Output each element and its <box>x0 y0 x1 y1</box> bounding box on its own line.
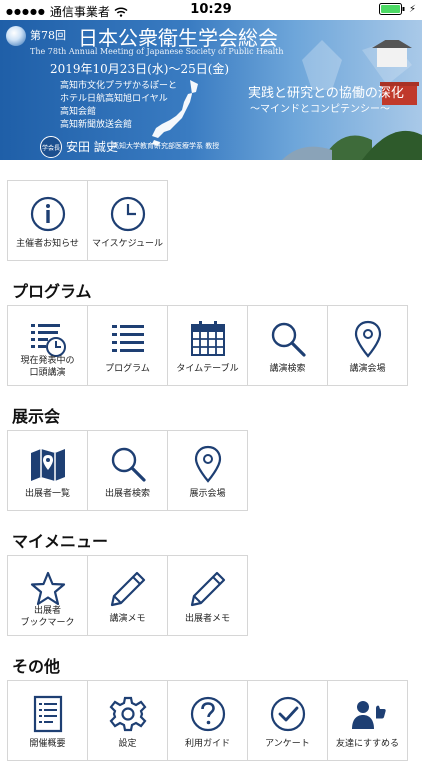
exhibitor-list-tile[interactable]: 出展者一覧 <box>7 430 88 511</box>
tile-label-line: ブックマーク <box>20 618 75 628</box>
recommend-icon <box>349 695 387 733</box>
section-title-mymenu: マイメニュー <box>12 532 109 551</box>
tile-label: 出展者 ブックマーク <box>8 605 87 629</box>
gear-icon <box>109 695 147 733</box>
other-grid: 開催概要 設定 利用ガイド アンケート 友達にすすめる <box>7 680 408 761</box>
question-icon <box>189 695 227 733</box>
edition-label: 第78回 <box>30 29 66 42</box>
program-grid: 現在発表中の 口頭講演 プログラム タイムテーブル 講演検索 講演会場 <box>7 305 408 386</box>
tile-label: 講演メモ <box>109 614 146 624</box>
event-overview-tile[interactable]: 開催概要 <box>7 680 88 761</box>
current-oral-talks-tile[interactable]: 現在発表中の 口頭講演 <box>7 305 88 386</box>
tile-label: タイムテーブル <box>176 364 239 374</box>
tile-label: アンケート <box>265 739 310 749</box>
calendar-icon <box>189 320 227 358</box>
exhibitor-memo-tile[interactable]: 出展者メモ <box>167 555 248 636</box>
status-bar: ●●●●● 通信事業者 10:29 ⚡ <box>0 0 422 20</box>
tile-label-line: 出展者 <box>33 606 61 616</box>
clock-icon <box>109 195 147 233</box>
tile-label-line: 口頭講演 <box>29 368 66 378</box>
organizer-news-tile[interactable]: 主催者お知らせ <box>7 180 88 261</box>
japan-map-illustration <box>152 80 198 146</box>
document-icon <box>29 695 67 733</box>
exhibitor-search-tile[interactable]: 出展者検索 <box>87 430 168 511</box>
exhibitor-bookmark-tile[interactable]: 出展者 ブックマーク <box>7 555 88 636</box>
tile-label: 設定 <box>118 739 137 749</box>
conference-banner[interactable]: 第78回 日本公衆衛生学会総会 The 78th Annual Meeting … <box>0 20 422 160</box>
tile-label: 出展者メモ <box>184 614 230 624</box>
society-logo <box>6 26 26 46</box>
theme-main: 実践と研究との協働の深化 <box>248 86 404 101</box>
status-right: ⚡ <box>378 3 416 15</box>
tile-label-line: 現在発表中の <box>20 356 75 366</box>
president-badge: 学会長 <box>40 136 62 158</box>
section-title-program: プログラム <box>12 282 92 301</box>
exhibition-venue-tile[interactable]: 展示会場 <box>167 430 248 511</box>
list-icon <box>109 320 147 358</box>
tile-label: 講演検索 <box>269 364 306 374</box>
tile-label: 展示会場 <box>189 489 226 499</box>
tile-label: 開催概要 <box>29 739 66 749</box>
search-icon <box>109 445 147 483</box>
section-title-exhibition: 展示会 <box>12 407 61 426</box>
tile-label: 現在発表中の 口頭講演 <box>8 355 87 379</box>
exhibition-grid: 出展者一覧 出展者検索 展示会場 <box>7 430 248 511</box>
tile-label: 友達にすすめる <box>335 739 400 749</box>
map-pin-icon <box>349 320 387 358</box>
mymenu-grid: 出展者ブックマーク 講演メモ 出展者メモ <box>7 555 248 636</box>
clock-time: 10:29 <box>190 2 232 17</box>
user-guide-tile[interactable]: 利用ガイド <box>167 680 248 761</box>
tile-label: プログラム <box>105 364 150 374</box>
president-title: 高知大学教育研究部医療学系 教授 <box>112 142 220 150</box>
search-icon <box>269 320 307 358</box>
battery-icon <box>378 3 405 15</box>
settings-tile[interactable]: 設定 <box>87 680 168 761</box>
info-icon <box>29 195 67 233</box>
pencil-icon <box>189 570 227 608</box>
map-pin-icon <box>189 445 227 483</box>
talk-memo-tile[interactable]: 講演メモ <box>87 555 168 636</box>
tile-label: 出展者検索 <box>104 489 150 499</box>
conference-date: 2019年10月23日(水)～25日(金) <box>50 62 230 76</box>
tile-label: 講演会場 <box>349 364 386 374</box>
tile-label: 利用ガイド <box>184 739 230 749</box>
pencil-icon <box>109 570 147 608</box>
talk-venue-tile[interactable]: 講演会場 <box>327 305 408 386</box>
president-name: 安田 誠史 <box>66 140 118 154</box>
tile-label: 主催者お知らせ <box>16 239 79 249</box>
conference-subtitle: The 78th Annual Meeting of Japanese Soci… <box>30 47 284 56</box>
my-schedule-tile[interactable]: マイスケジュール <box>87 180 168 261</box>
star-icon <box>29 570 67 608</box>
talk-search-tile[interactable]: 講演検索 <box>247 305 328 386</box>
top-menu-grid: 主催者お知らせ マイスケジュール <box>7 180 168 261</box>
timetable-tile[interactable]: タイムテーブル <box>167 305 248 386</box>
map-icon <box>29 445 67 483</box>
recommend-to-friend-tile[interactable]: 友達にすすめる <box>327 680 408 761</box>
check-icon <box>269 695 307 733</box>
program-tile[interactable]: プログラム <box>87 305 168 386</box>
tile-label: 出展者一覧 <box>24 489 70 499</box>
tile-label: マイスケジュール <box>91 239 164 249</box>
theme-sub: ～マインドとコンピテンシー～ <box>250 104 390 115</box>
charging-icon: ⚡ <box>408 3 416 15</box>
survey-tile[interactable]: アンケート <box>247 680 328 761</box>
list-clock-icon <box>29 320 67 358</box>
section-title-other: その他 <box>12 657 61 676</box>
